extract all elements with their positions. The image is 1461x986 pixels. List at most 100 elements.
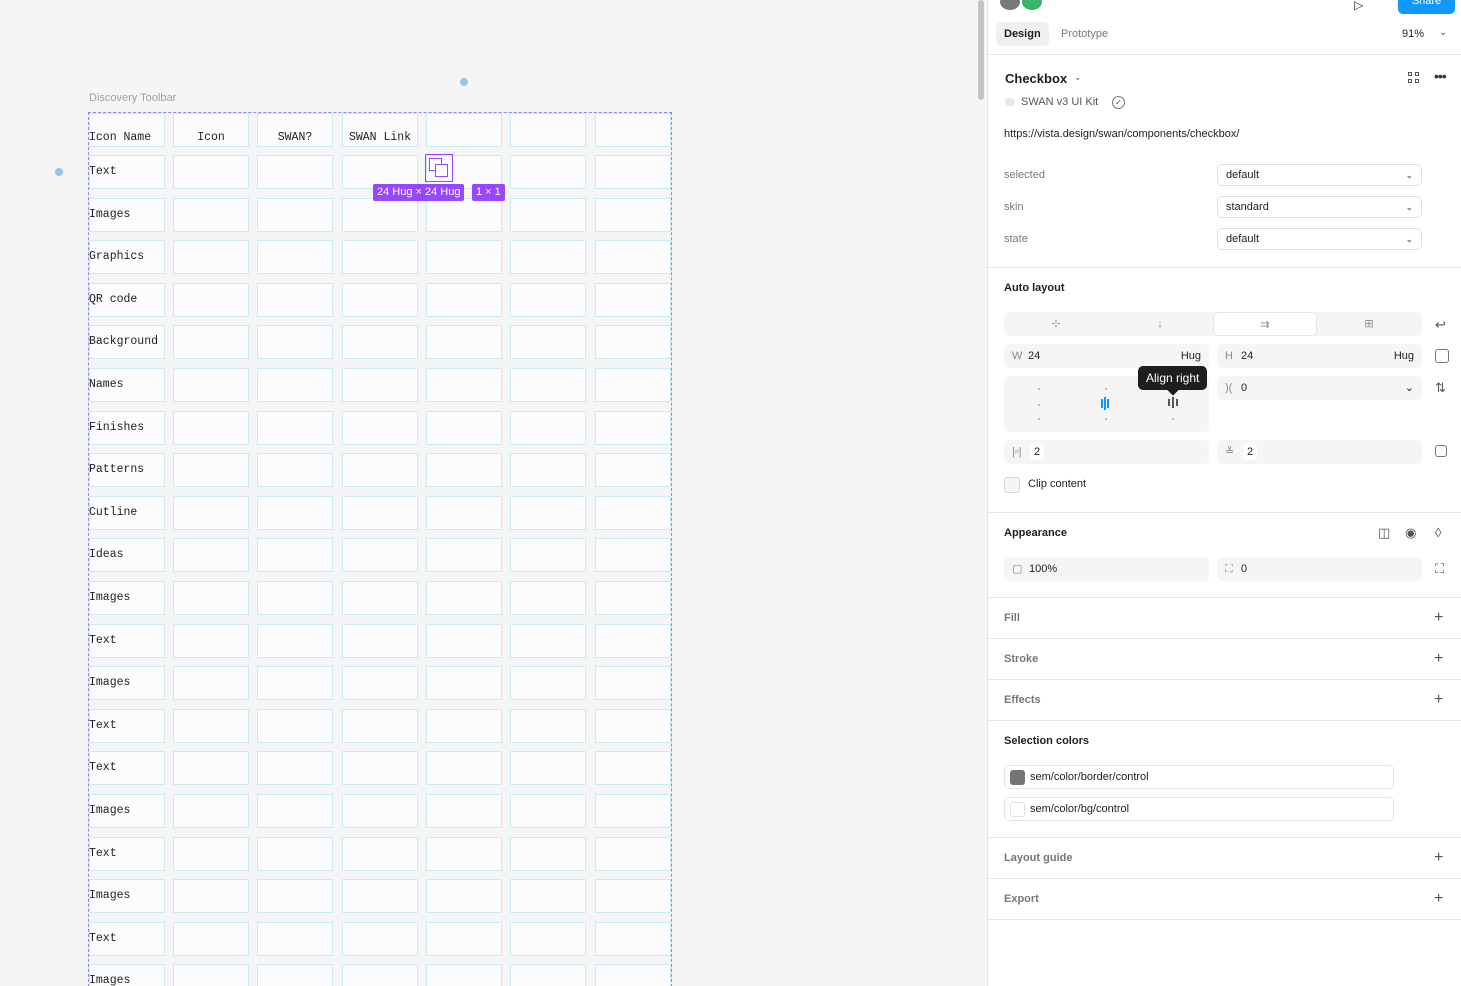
table-cell[interactable] (595, 964, 671, 986)
table-cell[interactable] (257, 708, 333, 743)
table-cell[interactable] (510, 708, 586, 743)
table-cell[interactable] (426, 282, 502, 317)
corner-radius-field[interactable]: ⛶ 0 (1217, 557, 1422, 581)
chevron-down-icon[interactable]: ⌄ (1439, 27, 1447, 38)
table-cell[interactable] (595, 325, 671, 360)
align-center-bar-icon[interactable] (1104, 397, 1106, 410)
table-cell[interactable] (257, 325, 333, 360)
table-cell[interactable] (510, 623, 586, 658)
table-cell[interactable] (510, 240, 586, 275)
table-cell[interactable] (173, 453, 249, 488)
width-field[interactable]: W 24 Hug (1004, 344, 1209, 368)
table-cell[interactable] (510, 964, 586, 986)
table-cell[interactable] (595, 666, 671, 701)
table-cell[interactable] (342, 325, 418, 360)
align-dot[interactable] (1038, 388, 1040, 390)
table-cell[interactable] (426, 623, 502, 658)
align-right-bar-icon[interactable] (1176, 399, 1178, 406)
table-cell[interactable] (595, 794, 671, 828)
more-options-icon[interactable]: ••• (1434, 68, 1447, 84)
table-cell[interactable] (426, 368, 502, 402)
add-fill-icon[interactable]: + (1434, 610, 1443, 626)
height-field[interactable]: H 24 Hug (1217, 344, 1422, 368)
table-cell[interactable] (595, 368, 671, 402)
zoom-level[interactable]: 91% (1402, 28, 1424, 40)
gap-field[interactable]: )( 0 ⌄ (1217, 376, 1422, 400)
table-cell[interactable] (426, 794, 502, 828)
table-cell[interactable] (595, 623, 671, 658)
table-cell[interactable] (257, 964, 333, 986)
table-cell[interactable] (173, 921, 249, 956)
component-grid-icon[interactable] (1408, 72, 1420, 84)
component-link[interactable]: https://vista.design/swan/components/che… (1004, 128, 1239, 140)
align-dot[interactable] (1105, 418, 1107, 420)
selection-color-row[interactable]: sem/color/border/control (1004, 765, 1394, 789)
align-right-bar-icon[interactable] (1168, 399, 1170, 406)
table-cell[interactable] (595, 879, 671, 914)
table-cell[interactable] (426, 113, 502, 147)
table-cell[interactable] (595, 708, 671, 743)
table-cell[interactable] (257, 921, 333, 956)
table-cell[interactable] (173, 581, 249, 615)
align-dot[interactable] (1172, 418, 1174, 420)
table-cell[interactable] (257, 836, 333, 871)
table-cell[interactable] (173, 879, 249, 914)
table-cell[interactable] (426, 240, 502, 275)
selection-color-row[interactable]: sem/color/bg/control (1004, 797, 1394, 821)
individual-padding-icon[interactable] (1435, 445, 1447, 457)
table-cell[interactable] (342, 495, 418, 530)
table-cell[interactable] (426, 325, 502, 360)
selected-checkbox-instance[interactable] (425, 154, 453, 182)
layout-grid-button[interactable]: ⊞ (1317, 312, 1421, 336)
table-cell[interactable] (342, 282, 418, 317)
vertical-padding-field[interactable]: ≚ 2 (1217, 440, 1422, 464)
prop-select-skin[interactable]: standard ⌄ (1217, 196, 1422, 218)
table-cell[interactable] (173, 410, 249, 445)
table-cell[interactable] (510, 368, 586, 402)
table-cell[interactable] (342, 197, 418, 232)
table-cell[interactable] (257, 538, 333, 573)
tab-prototype[interactable]: Prototype (1053, 22, 1116, 46)
add-stroke-icon[interactable]: + (1434, 651, 1443, 667)
color-swatch[interactable] (1010, 770, 1025, 785)
chevron-down-icon[interactable]: ⌄ (1074, 72, 1082, 83)
resize-to-fit-icon[interactable] (1435, 349, 1449, 363)
avatar-user-2[interactable] (1022, 0, 1042, 10)
height-mode[interactable]: Hug (1394, 344, 1414, 368)
add-layout-guide-icon[interactable]: + (1434, 850, 1443, 866)
independent-corners-icon[interactable]: ⛶ (1435, 562, 1444, 575)
table-cell[interactable] (173, 155, 249, 189)
table-cell[interactable] (426, 879, 502, 914)
table-cell[interactable] (510, 113, 586, 147)
table-cell[interactable] (510, 197, 586, 232)
color-swatch[interactable] (1010, 802, 1025, 817)
table-cell[interactable] (173, 794, 249, 828)
wrap-icon[interactable]: ↩ (1435, 318, 1446, 331)
table-cell[interactable] (257, 666, 333, 701)
table-cell[interactable] (426, 453, 502, 488)
table-cell[interactable] (510, 794, 586, 828)
table-cell[interactable] (426, 666, 502, 701)
table-cell[interactable] (173, 836, 249, 871)
table-cell[interactable] (426, 964, 502, 986)
stroke-title[interactable]: Stroke (1004, 653, 1038, 665)
table-cell[interactable] (257, 410, 333, 445)
table-cell[interactable] (257, 879, 333, 914)
table-cell[interactable] (595, 751, 671, 786)
table-cell[interactable] (342, 836, 418, 871)
table-cell[interactable] (510, 282, 586, 317)
table-cell[interactable] (342, 453, 418, 488)
eye-icon[interactable]: ◉ (1405, 526, 1416, 539)
prop-select-state[interactable]: default ⌄ (1217, 228, 1422, 250)
export-title[interactable]: Export (1004, 893, 1039, 905)
table-cell[interactable] (173, 325, 249, 360)
table-cell[interactable] (342, 921, 418, 956)
table-cell[interactable] (595, 836, 671, 871)
table-cell[interactable] (510, 666, 586, 701)
table-cell[interactable] (426, 751, 502, 786)
opacity-field[interactable]: ▢ 100% (1004, 557, 1209, 581)
effects-title[interactable]: Effects (1004, 694, 1041, 706)
table-cell[interactable] (426, 410, 502, 445)
canvas[interactable]: Discovery Toolbar Icon Name Icon SWAN? SWAN… (0, 0, 987, 986)
canvas-scrollbar[interactable] (978, 0, 984, 100)
